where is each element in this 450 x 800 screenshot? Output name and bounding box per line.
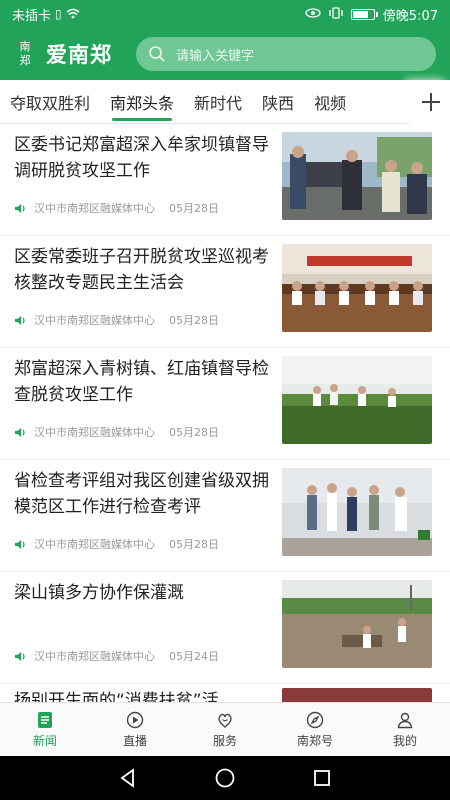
news-source: 汉中市南郑区融媒体中心 — [34, 650, 155, 663]
news-date: 05月28日 — [169, 426, 219, 439]
news-title: 省检查考评组对我区创建省级双拥模范区工作进行检查考评 — [14, 471, 269, 517]
news-date: 05月28日 — [169, 538, 219, 551]
news-thumbnail — [282, 468, 432, 556]
news-title: 区委书记郑富超深入牟家坝镇督导调研脱贫攻坚工作 — [14, 135, 269, 181]
news-thumbnail — [282, 244, 432, 332]
status-bar: 未插卡 ▯ 傍晚5:07 — [0, 0, 450, 28]
tab-fight[interactable]: 夺取双胜利 — [0, 80, 100, 124]
news-meta: 汉中市南郑区融媒体中心 05月28日 — [14, 312, 219, 328]
nav-news-label: 新闻 — [32, 733, 57, 748]
plus-icon — [422, 93, 440, 111]
news-title: 区委常委班子召开脱贫攻坚巡视考核整改专题民主生活会 — [14, 247, 269, 293]
list-item[interactable]: 省检查考评组对我区创建省级双拥模范区工作进行检查考评 汉中市南郑区融媒体中心 0… — [0, 460, 450, 572]
search-icon — [149, 46, 165, 62]
clock: 傍晚5:07 — [382, 8, 438, 24]
speaker-icon — [15, 203, 25, 213]
add-channel-button[interactable] — [412, 80, 450, 124]
news-meta: 汉中市南郑区融媒体中心 05月28日 — [14, 536, 219, 552]
search-input[interactable]: 请输入关键字 — [136, 37, 436, 71]
nav-profile[interactable]: 我的 — [360, 703, 450, 756]
search-placeholder: 请输入关键字 — [176, 48, 255, 64]
carrier-label: 未插卡 — [12, 8, 52, 24]
app-header: 南 郑 爱南郑 请输入关键字 — [0, 28, 450, 80]
nav-nanzheng-hao[interactable]: 南郑号 — [270, 703, 360, 756]
news-date: 05月28日 — [169, 314, 219, 327]
news-meta: 汉中市南郑区融媒体中心 05月28日 — [14, 424, 219, 440]
speaker-icon — [15, 651, 25, 661]
system-nav-bar — [0, 756, 450, 800]
news-source: 汉中市南郑区融媒体中心 — [34, 538, 155, 551]
vibrate-icon — [329, 7, 343, 21]
list-item[interactable]: 扬别开生面的“消费扶贫”活 — [0, 684, 450, 702]
channel-tabs: 夺取双胜利 南郑头条 新时代 陕西 视频 — [0, 80, 450, 124]
news-icon — [38, 711, 52, 728]
tab-new-era[interactable]: 新时代 — [184, 80, 252, 124]
back-icon[interactable] — [118, 768, 138, 788]
speaker-icon — [15, 315, 25, 325]
eye-icon — [305, 8, 321, 20]
news-source: 汉中市南郑区融媒体中心 — [34, 314, 155, 327]
news-meta: 汉中市南郑区融媒体中心 05月24日 — [14, 648, 219, 664]
speaker-icon — [15, 427, 25, 437]
news-source: 汉中市南郑区融媒体中心 — [34, 426, 155, 439]
list-item[interactable]: 区委常委班子召开脱贫攻坚巡视考核整改专题民主生活会 汉中市南郑区融媒体中心 05… — [0, 236, 450, 348]
news-title: 扬别开生面的“消费扶贫”活 — [14, 691, 219, 702]
battery-icon — [350, 8, 378, 20]
app-name: 爱南郑 — [46, 42, 112, 67]
home-icon[interactable] — [214, 767, 236, 789]
app-logo-mark: 南 郑 — [19, 40, 31, 67]
news-title: 郑富超深入青树镇、红庙镇督导检查脱贫攻坚工作 — [14, 359, 269, 405]
list-item[interactable]: 梁山镇多方协作保灌溉 汉中市南郑区融媒体中心 05月24日 — [0, 572, 450, 684]
recents-icon[interactable] — [312, 768, 332, 788]
list-item[interactable]: 郑富超深入青树镇、红庙镇督导检查脱贫攻坚工作 汉中市南郑区融媒体中心 05月28… — [0, 348, 450, 460]
news-source: 汉中市南郑区融媒体中心 — [34, 202, 155, 215]
tab-video[interactable]: 视频 — [304, 80, 356, 124]
news-thumbnail — [282, 132, 432, 220]
news-thumbnail — [282, 688, 432, 702]
live-icon — [126, 711, 144, 728]
compass-icon — [306, 711, 324, 728]
news-thumbnail — [282, 580, 432, 668]
nav-news[interactable]: 新闻 — [0, 703, 90, 756]
nav-live-label: 直播 — [122, 733, 147, 748]
list-item[interactable]: 区委书记郑富超深入牟家坝镇督导调研脱贫攻坚工作 汉中市南郑区融媒体中心 05月2… — [0, 124, 450, 236]
nav-nanzheng-hao-label: 南郑号 — [296, 733, 333, 748]
nav-live[interactable]: 直播 — [90, 703, 180, 756]
service-icon — [218, 713, 232, 728]
news-meta: 汉中市南郑区融媒体中心 05月28日 — [14, 200, 219, 216]
nav-profile-label: 我的 — [392, 733, 417, 748]
nav-service[interactable]: 服务 — [180, 703, 270, 756]
speaker-icon — [15, 539, 25, 549]
bottom-nav: 新闻 直播 服务 南郑号 我的 — [0, 702, 450, 756]
news-date: 05月28日 — [169, 202, 219, 215]
news-title: 梁山镇多方协作保灌溉 — [14, 583, 184, 603]
wifi-icon — [66, 8, 80, 21]
news-thumbnail — [282, 356, 432, 444]
nav-service-label: 服务 — [212, 733, 237, 748]
tab-headlines[interactable]: 南郑头条 — [100, 80, 184, 124]
news-date: 05月24日 — [169, 650, 219, 663]
news-feed: 区委书记郑富超深入牟家坝镇督导调研脱贫攻坚工作 汉中市南郑区融媒体中心 05月2… — [0, 124, 450, 702]
sim-icon: ▯ — [55, 7, 62, 21]
tab-shaanxi[interactable]: 陕西 — [252, 80, 304, 124]
profile-icon — [397, 712, 413, 728]
